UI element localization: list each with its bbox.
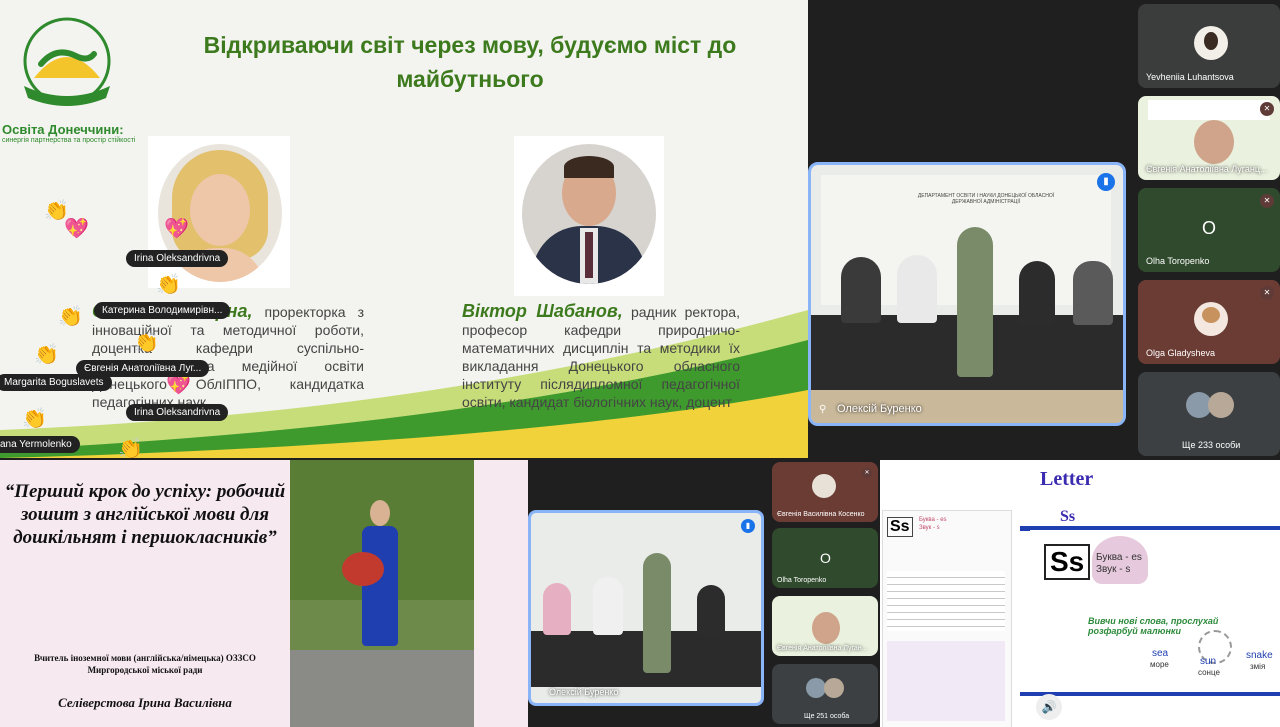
reaction-chip: ana Yermolenko bbox=[0, 436, 80, 453]
slide2-side-stripe bbox=[474, 460, 528, 727]
slide2-quote: “Перший крок до успіху: робочий зошит з … bbox=[4, 481, 286, 548]
avatar bbox=[1194, 302, 1228, 336]
clap-icon: 👏 bbox=[34, 344, 59, 366]
reaction-chip: Margarita Boguslavets bbox=[0, 374, 112, 391]
participant-initial: O bbox=[1202, 218, 1217, 238]
more-participants-label: Ще 233 особи bbox=[1182, 440, 1241, 450]
reaction-chip: Irina Oleksandrivna bbox=[126, 404, 229, 421]
word-sun: sun bbox=[1200, 656, 1217, 667]
word-sea: sea bbox=[1152, 648, 1169, 659]
video2-name: Олексій Буренко bbox=[549, 687, 619, 697]
mic-off-icon: ✕ bbox=[1260, 102, 1274, 116]
workbook-bukva: Буква - es bbox=[919, 517, 947, 523]
big-letter: Ss bbox=[1044, 544, 1091, 580]
more-participants-label: Ще 251 особа bbox=[804, 713, 850, 720]
clap-icon: 👏 bbox=[118, 438, 143, 458]
logo-subtitle: синергія партнерства та простір стійкост… bbox=[2, 137, 136, 144]
word-snake: snake bbox=[1246, 650, 1273, 661]
participant-tile[interactable]: ✕ Olga Gladysheva bbox=[1138, 280, 1280, 364]
participant-tile[interactable]: O ✕ Olha Toropenko bbox=[1138, 188, 1280, 272]
pin-icon: ⚲ bbox=[819, 404, 827, 415]
zvuk-label: Звук - s bbox=[1096, 564, 1131, 575]
clap-icon: 👏 bbox=[22, 408, 47, 430]
rule-bottom bbox=[1020, 692, 1280, 696]
speaking-indicator-icon: ▮ bbox=[741, 519, 755, 533]
avatar bbox=[1208, 392, 1234, 418]
logo-title: Освіта Донеччини: bbox=[2, 122, 124, 137]
bukva-label: Буква - es bbox=[1096, 552, 1142, 563]
person bbox=[1073, 261, 1113, 325]
participant-tile[interactable]: ✕ Євгенія Василівна Косенко bbox=[772, 462, 878, 522]
letter-subtitle: Ss bbox=[1060, 508, 1076, 525]
clap-icon: 👏 bbox=[134, 332, 159, 354]
word-snake-ua: змія bbox=[1250, 662, 1266, 671]
word-sun-ua: сонце bbox=[1198, 668, 1220, 677]
participant-name: Yevheniia Luhantsova bbox=[1146, 72, 1234, 82]
participant-name: Євгенія Василівна Косенко bbox=[777, 511, 865, 518]
participant-name: Olga Gladysheva bbox=[1146, 348, 1216, 358]
avatar bbox=[806, 678, 826, 698]
mic-off-icon: ✕ bbox=[1260, 286, 1274, 300]
banner-text: ДЕПАРТАМЕНТ ОСВІТИ І НАУКИ ДОНЕЦЬКОЇ ОБЛ… bbox=[917, 193, 1055, 205]
letter-title: Letter bbox=[1040, 468, 1094, 490]
workbook-lines bbox=[887, 571, 1005, 631]
avatar bbox=[812, 474, 836, 498]
participant-name: Olha Toropenko bbox=[777, 577, 827, 584]
participant-name: Євгенія Анатоліївна Луганц... bbox=[1146, 164, 1268, 174]
reaction-chip: Irina Oleksandrivna bbox=[126, 250, 229, 267]
slide2-author-name: Селіверстова Ірина Василівна bbox=[58, 695, 232, 710]
person bbox=[957, 227, 993, 377]
more-participants-tile[interactable]: Ще 251 особа bbox=[772, 664, 878, 724]
participant-name: Євгенія Анатоліївна Луган... bbox=[777, 645, 868, 652]
avatar bbox=[812, 612, 840, 644]
avatar bbox=[1194, 120, 1234, 164]
clap-icon: 👏 bbox=[58, 306, 83, 328]
participant-tile[interactable]: O Olha Toropenko bbox=[772, 528, 878, 588]
person bbox=[543, 583, 571, 635]
main-video-name: Олексій Буренко bbox=[837, 403, 922, 415]
bio-right: Віктор Шабанов, радник ректора, професор… bbox=[462, 302, 740, 411]
presentation-slide-3: Ss Буква - es Звук - s Letter Ss Ss Букв… bbox=[880, 460, 1280, 727]
person bbox=[643, 553, 671, 673]
video2-tile[interactable]: ▮ Олексій Буренко bbox=[528, 510, 764, 706]
person bbox=[897, 255, 937, 323]
participant-name: Olha Toropenko bbox=[1146, 256, 1210, 266]
speaker-button[interactable]: 🔊 bbox=[1036, 694, 1062, 720]
word-sea-ua: море bbox=[1150, 660, 1169, 669]
avatar bbox=[1194, 26, 1228, 60]
more-participants-tile[interactable]: Ще 233 особи bbox=[1138, 372, 1280, 456]
portrait-right bbox=[514, 136, 664, 296]
reaction-chip: Катерина Володимирівн... bbox=[94, 302, 231, 319]
person bbox=[1019, 261, 1055, 325]
participant-tile[interactable]: Yevheniia Luhantsova bbox=[1138, 4, 1280, 88]
workbook-page: Ss Буква - es Звук - s bbox=[882, 510, 1012, 727]
person bbox=[697, 585, 725, 635]
congress-logo bbox=[23, 17, 111, 106]
avatar bbox=[824, 678, 844, 698]
mic-off-icon: ✕ bbox=[862, 468, 872, 478]
bio-right-name: Віктор Шабанов, bbox=[462, 301, 623, 321]
video-thumbnail bbox=[1148, 100, 1270, 120]
mic-off-icon: ✕ bbox=[1260, 194, 1274, 208]
person bbox=[841, 257, 881, 323]
speaking-indicator-icon: ▮ bbox=[1097, 173, 1115, 191]
presentation-slide-1: Освіта Донеччини: синергія партнерства т… bbox=[0, 0, 808, 458]
person bbox=[593, 577, 623, 635]
main-video-tile[interactable]: ДЕПАРТАМЕНТ ОСВІТИ І НАУКИ ДОНЕЦЬКОЇ ОБЛ… bbox=[808, 162, 1126, 426]
heart-icon: 💖 bbox=[164, 218, 189, 240]
participant-tile[interactable]: ✕ Євгенія Анатоліївна Луганц... bbox=[1138, 96, 1280, 180]
workbook-letter: Ss bbox=[887, 517, 913, 537]
participant-initial: O bbox=[820, 550, 831, 566]
slide-title: Відкриваючи світ через мову, будуємо міс… bbox=[203, 32, 737, 92]
slide2-author-role: Вчитель іноземної мови (англійська/німец… bbox=[34, 653, 256, 675]
participant-tile[interactable]: Євгенія Анатоліївна Луган... bbox=[772, 596, 878, 656]
teacher-photo bbox=[290, 460, 474, 727]
clap-icon: 👏 bbox=[44, 200, 69, 222]
workbook-images bbox=[887, 641, 1005, 721]
presentation-slide-2: “Перший крок до успіху: робочий зошит з … bbox=[0, 460, 528, 727]
workbook-zvuk: Звук - s bbox=[919, 525, 940, 531]
clap-icon: 👏 bbox=[156, 274, 181, 296]
